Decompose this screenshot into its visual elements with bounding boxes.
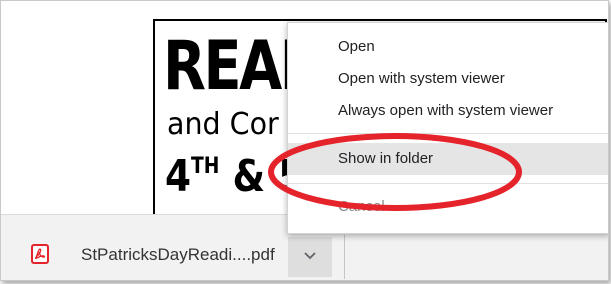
menu-item-always-open-with-system-viewer[interactable]: Always open with system viewer — [288, 95, 608, 127]
menu-item-open[interactable]: Open — [288, 31, 608, 63]
preview-grade-line: 4TH & 5 — [165, 151, 304, 202]
pdf-icon — [31, 244, 49, 264]
download-menu-button[interactable] — [288, 237, 332, 277]
download-bar-divider — [344, 235, 345, 279]
menu-item-cancel[interactable]: Cancel — [288, 191, 608, 223]
download-context-menu: Open Open with system viewer Always open… — [287, 22, 608, 234]
menu-separator — [288, 133, 608, 134]
preview-grade-number: 4 — [165, 151, 192, 202]
download-file-name[interactable]: StPatricksDayReadi....pdf — [81, 245, 275, 265]
menu-item-open-with-system-viewer[interactable]: Open with system viewer — [288, 63, 608, 95]
menu-separator — [288, 183, 608, 184]
preview-grade-suffix: TH — [191, 154, 220, 179]
browser-window: READI S and Cor 4TH & 5 StPatricksDayRea… — [0, 0, 609, 281]
chevron-down-icon — [303, 248, 317, 266]
download-item[interactable]: StPatricksDayReadi....pdf — [31, 239, 275, 269]
menu-item-show-in-folder[interactable]: Show in folder — [288, 143, 608, 175]
preview-subtitle-line: and Cor — [167, 107, 279, 142]
